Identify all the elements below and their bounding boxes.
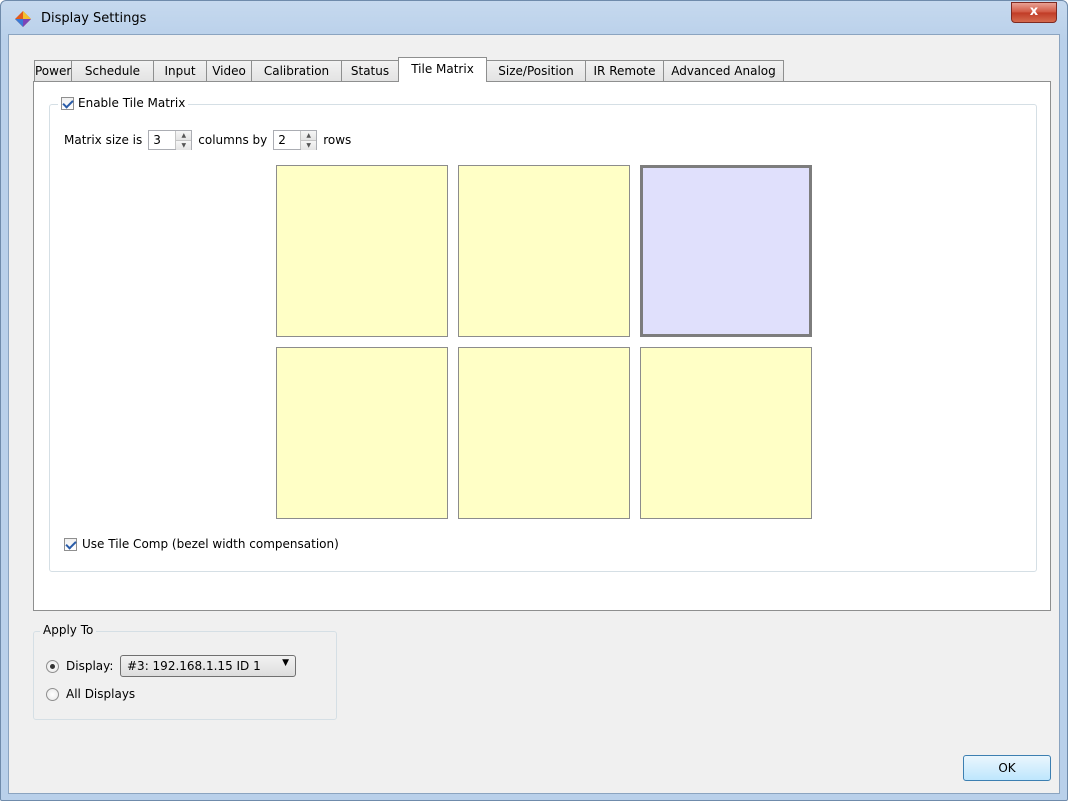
all-displays-option[interactable]: All Displays	[46, 687, 135, 701]
rows-label: rows	[323, 133, 352, 147]
tab-ir-remote[interactable]: IR Remote	[585, 60, 664, 81]
display-select-value: #3: 192.168.1.15 ID 1	[127, 659, 261, 673]
tile-matrix-group: Enable Tile Matrix Matrix size is 3 ▲ ▼ …	[49, 96, 1037, 572]
tile-r1-c1[interactable]	[276, 165, 448, 337]
display-select[interactable]: #3: 192.168.1.15 ID 1 ▼	[120, 655, 296, 677]
rows-value[interactable]: 2	[274, 131, 300, 149]
title-bar: Display Settings x	[1, 1, 1067, 35]
columns-label: columns by	[198, 133, 268, 147]
tile-r2-c1[interactable]	[276, 347, 448, 519]
enable-tile-matrix-checkbox[interactable]	[61, 96, 74, 110]
tab-advanced-analog[interactable]: Advanced Analog	[663, 60, 784, 81]
matrix-size-prefix: Matrix size is	[64, 133, 143, 147]
display-label: Display:	[66, 659, 114, 673]
tile-r1-c3-selected[interactable]	[640, 165, 812, 337]
apply-to-legend: Apply To	[40, 623, 97, 637]
tile-r2-c3[interactable]	[640, 347, 812, 519]
tile-r1-c2[interactable]	[458, 165, 630, 337]
matrix-size-row: Matrix size is 3 ▲ ▼ columns by 2 ▲ ▼ ro…	[64, 130, 351, 150]
columns-down-arrow-icon[interactable]: ▼	[176, 140, 192, 150]
apply-to-group: Apply To Display: #3: 192.168.1.15 ID 1 …	[33, 623, 337, 720]
ok-button[interactable]: OK	[963, 755, 1051, 781]
tile-matrix-panel: Enable Tile Matrix Matrix size is 3 ▲ ▼ …	[33, 81, 1051, 611]
dialog-body: Power Schedule Input Video Calibration S…	[8, 34, 1060, 794]
all-displays-label: All Displays	[66, 687, 136, 701]
tab-input[interactable]: Input	[153, 60, 207, 81]
rows-down-arrow-icon[interactable]: ▼	[301, 140, 317, 150]
columns-up-arrow-icon[interactable]: ▲	[176, 131, 192, 140]
display-settings-window: Display Settings x Power Schedule Input …	[0, 0, 1068, 801]
tile-r2-c2[interactable]	[458, 347, 630, 519]
tab-video[interactable]: Video	[206, 60, 252, 81]
close-button[interactable]: x	[1011, 2, 1057, 23]
display-option[interactable]: Display:	[46, 659, 113, 673]
chevron-down-icon[interactable]: ▼	[282, 658, 289, 668]
tile-comp-label: Use Tile Comp (bezel width compensation)	[82, 537, 339, 551]
tab-schedule[interactable]: Schedule	[71, 60, 154, 81]
enable-tile-matrix[interactable]: Enable Tile Matrix	[58, 96, 189, 110]
all-displays-radio[interactable]	[46, 687, 59, 701]
tile-comp-checkbox[interactable]	[64, 537, 77, 551]
rows-up-arrow-icon[interactable]: ▲	[301, 131, 317, 140]
window-title: Display Settings	[41, 11, 147, 26]
app-icon	[15, 11, 31, 27]
columns-stepper[interactable]: 3 ▲ ▼	[148, 130, 193, 150]
tab-calibration[interactable]: Calibration	[251, 60, 342, 81]
tile-comp-row[interactable]: Use Tile Comp (bezel width compensation)	[64, 537, 339, 551]
tab-tile-matrix[interactable]: Tile Matrix	[398, 57, 487, 82]
rows-stepper[interactable]: 2 ▲ ▼	[273, 130, 318, 150]
tab-power[interactable]: Power	[34, 60, 72, 81]
tab-size-position[interactable]: Size/Position	[486, 60, 586, 81]
columns-value[interactable]: 3	[149, 131, 175, 149]
tab-status[interactable]: Status	[341, 60, 399, 81]
display-radio[interactable]	[46, 659, 59, 673]
enable-tile-matrix-label: Enable Tile Matrix	[78, 96, 186, 110]
